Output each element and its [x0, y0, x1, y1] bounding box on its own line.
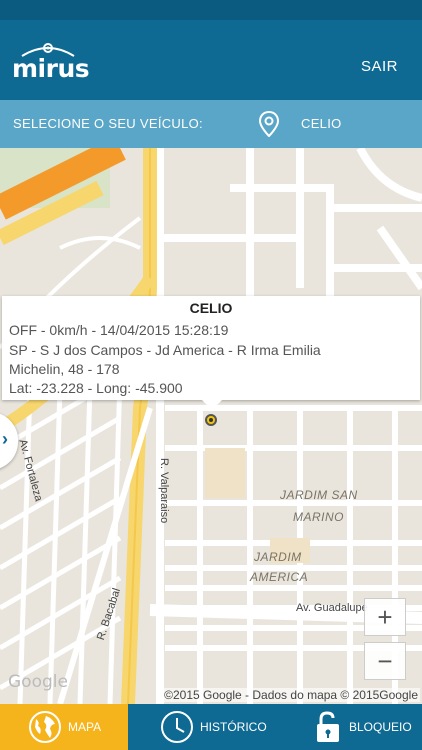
- vehicle-status-line: OFF - 0km/h - 14/04/2015 15:28:19: [9, 322, 229, 338]
- nav-tab-mapa[interactable]: MAPA: [0, 704, 128, 750]
- chevron-right-icon: ›: [2, 429, 8, 449]
- vehicle-selector-bar[interactable]: SELECIONE O SEU VEÍCULO: CELIO: [0, 100, 422, 148]
- vehicle-info-window: CELIO OFF - 0km/h - 14/04/2015 15:28:19 …: [2, 296, 420, 410]
- google-logo: Google: [8, 672, 68, 692]
- area-label: JARDIM: [254, 550, 302, 564]
- address-line: SP - S J dos Campos - Jd America - R Irm…: [9, 342, 321, 358]
- clock-icon: [161, 711, 193, 743]
- app-header: mirus SAIR: [0, 20, 422, 100]
- selected-vehicle-name[interactable]: CELIO: [301, 116, 342, 131]
- nav-tab-historico[interactable]: HISTÓRICO: [128, 704, 275, 750]
- nav-label: BLOQUEIO: [349, 720, 412, 734]
- area-label: AMERICA: [250, 570, 309, 584]
- mirus-logo: mirus: [12, 42, 92, 83]
- map-view[interactable]: JARDIM SAN MARINO JARDIM AMERICA R. Valp…: [0, 148, 422, 704]
- nav-tab-bloqueio[interactable]: BLOQUEIO: [275, 704, 422, 750]
- zoom-out-button[interactable]: −: [364, 642, 406, 680]
- address-line: Michelin, 48 - 178: [9, 361, 120, 377]
- nav-label: HISTÓRICO: [200, 720, 267, 734]
- unlock-icon: [317, 711, 339, 742]
- area-label: MARINO: [293, 510, 344, 524]
- info-window-title: CELIO: [189, 300, 233, 316]
- street-label: Av. Guadalupe: [296, 602, 368, 614]
- street-label: R. Valparaiso: [158, 458, 170, 524]
- globe-icon: [29, 711, 61, 743]
- zoom-in-button[interactable]: +: [364, 598, 406, 636]
- logout-button[interactable]: SAIR: [361, 58, 398, 75]
- bottom-navigation: MAPA HISTÓRICO BLOQUEIO: [0, 704, 422, 750]
- map-background: [0, 148, 422, 704]
- status-bar: [0, 0, 422, 20]
- map-copyright: ©2015 Google - Dados do mapa © 2015Googl…: [162, 688, 420, 702]
- coordinates-line: Lat: -23.228 - Long: -45.900: [9, 380, 183, 396]
- vehicle-marker-icon[interactable]: [205, 414, 217, 426]
- location-pin-icon: [258, 111, 280, 137]
- area-label: JARDIM SAN: [280, 488, 358, 502]
- vehicle-selector-label: SELECIONE O SEU VEÍCULO:: [13, 116, 203, 131]
- logo-text: mirus: [12, 54, 90, 83]
- nav-label: MAPA: [68, 720, 102, 734]
